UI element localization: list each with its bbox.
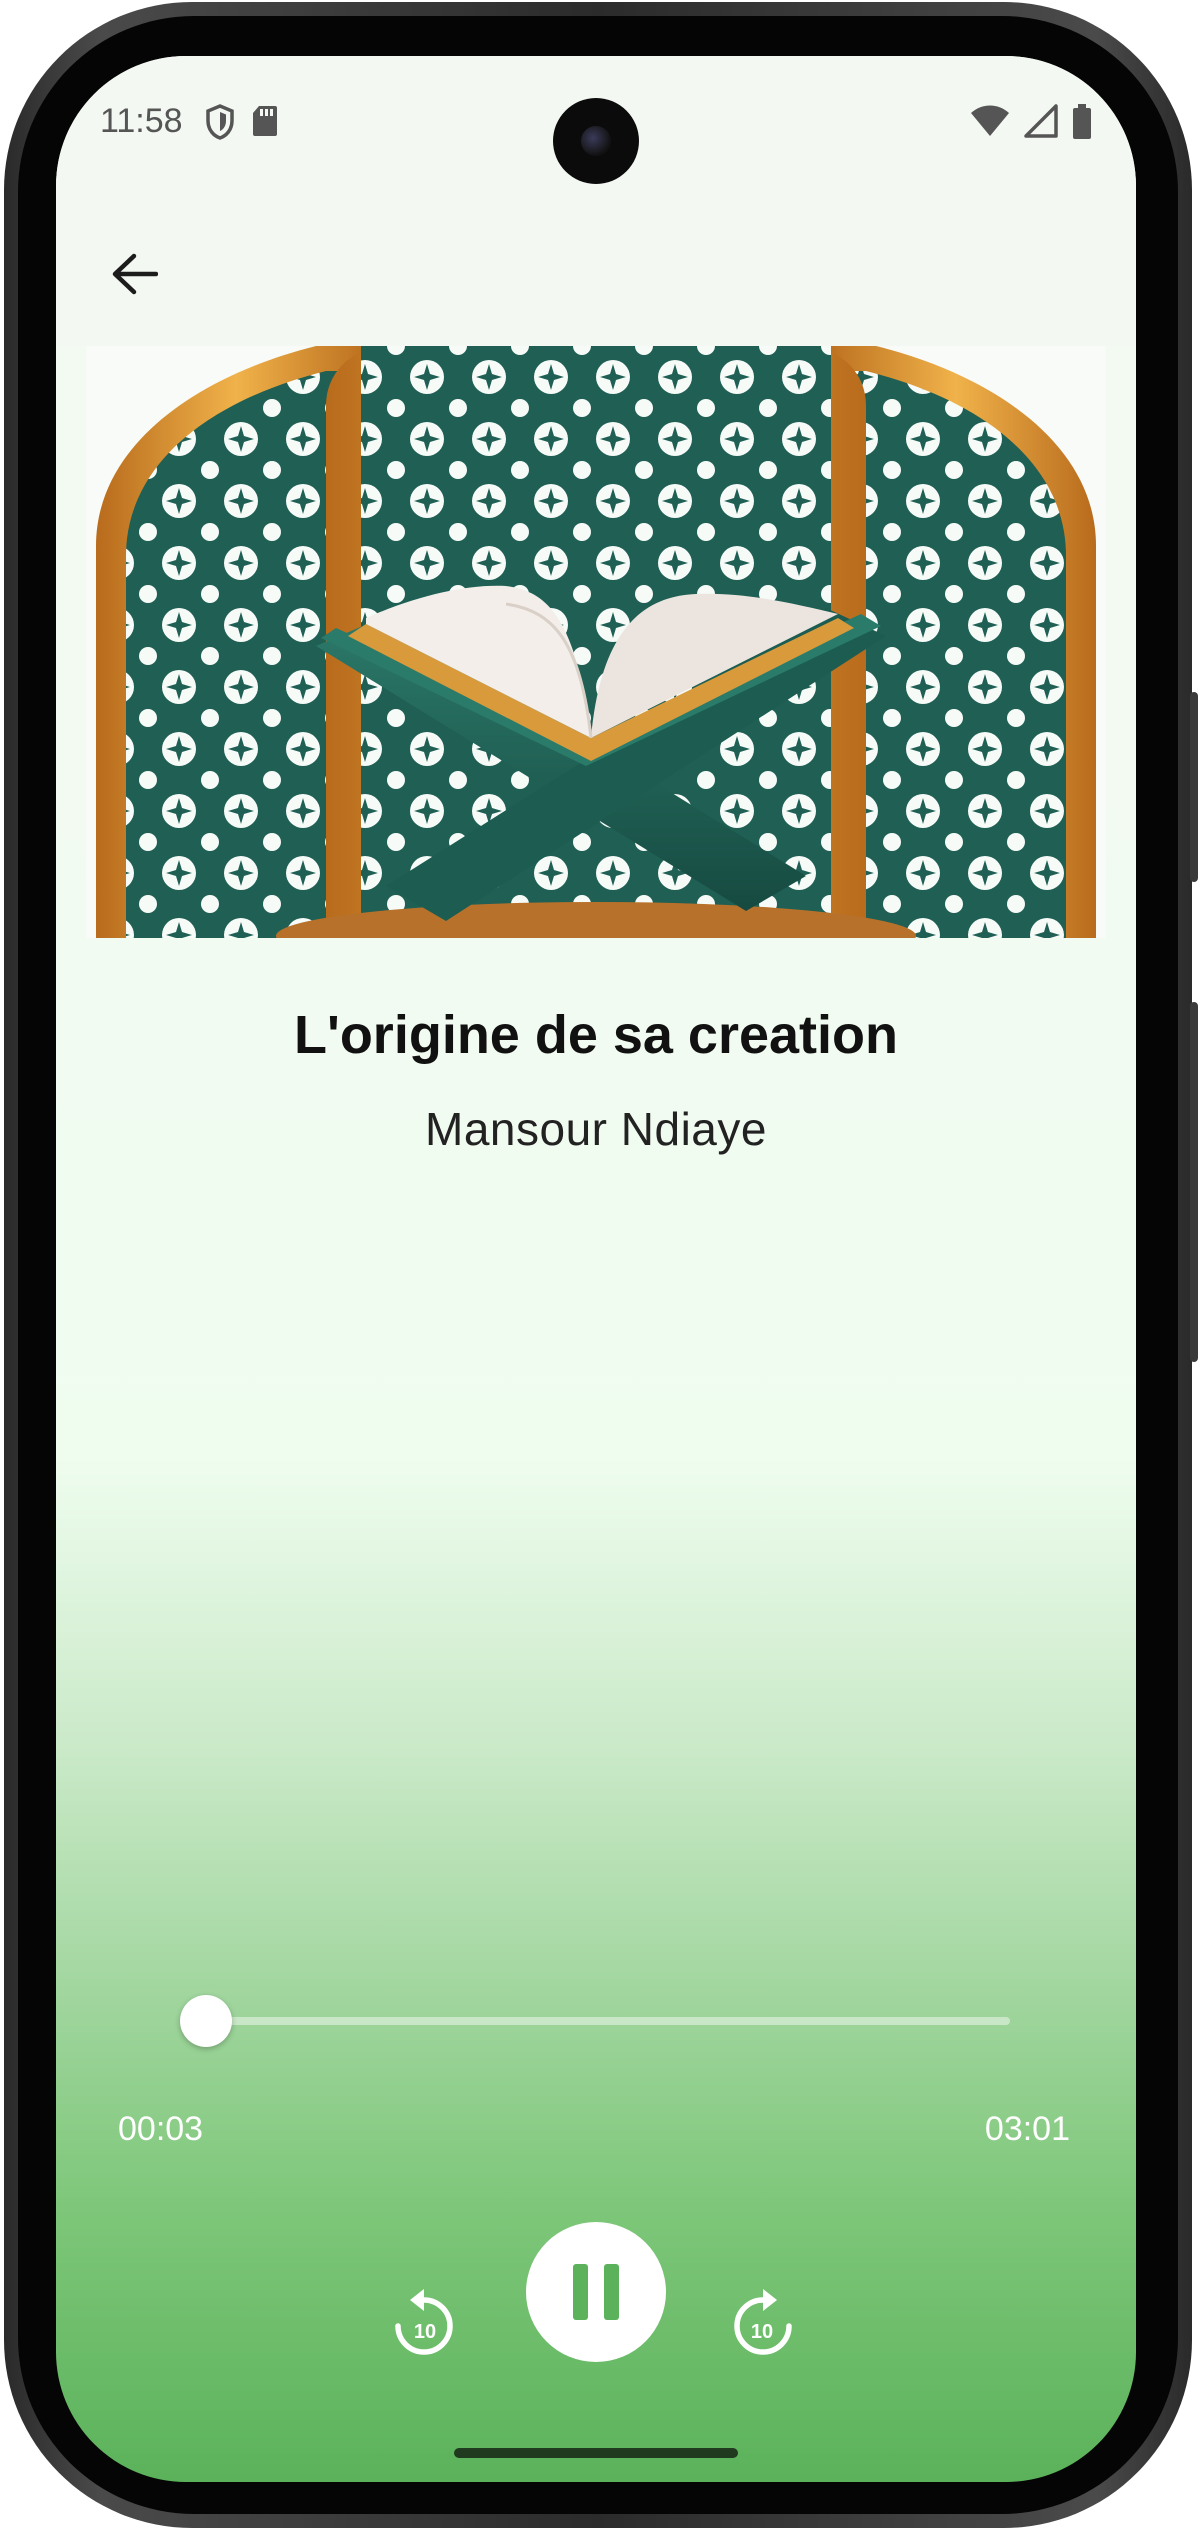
power-button (1190, 1002, 1198, 1362)
volume-button (1190, 692, 1198, 882)
pause-icon (573, 2264, 619, 2320)
total-time: 03:01 (984, 2110, 1070, 2148)
forward-10-button[interactable]: 10 (723, 2286, 803, 2366)
quran-stand-illustration (86, 346, 1106, 938)
forward-10-icon: 10 (734, 2289, 792, 2355)
current-time: 00:03 (118, 2110, 204, 2148)
sd-card-icon (251, 104, 279, 149)
battery-icon (1072, 104, 1092, 149)
front-camera (553, 98, 639, 184)
album-cover (86, 346, 1106, 938)
status-time: 11:58 (100, 102, 183, 140)
progress-slider[interactable] (179, 1995, 1010, 2047)
progress-thumb[interactable] (179, 1995, 232, 2047)
home-indicator[interactable] (454, 2448, 738, 2458)
arrow-left-icon (110, 252, 159, 300)
pause-button[interactable] (526, 2222, 666, 2362)
shield-icon (205, 104, 235, 149)
wifi-icon (970, 104, 1010, 149)
replay-10-icon: 10 (395, 2289, 453, 2355)
forward-seconds-label: 10 (751, 2321, 773, 2343)
back-button[interactable] (96, 238, 172, 314)
cellular-signal-icon (1024, 104, 1058, 149)
screen: 11:58 L'origine de sa creation Mansour N… (56, 56, 1136, 2482)
track-artist: Mansour Ndiaye (425, 1103, 767, 1155)
rewind-seconds-label: 10 (414, 2321, 436, 2343)
rewind-10-button[interactable]: 10 (384, 2286, 464, 2366)
track-title: L'origine de sa creation (294, 1005, 898, 1065)
